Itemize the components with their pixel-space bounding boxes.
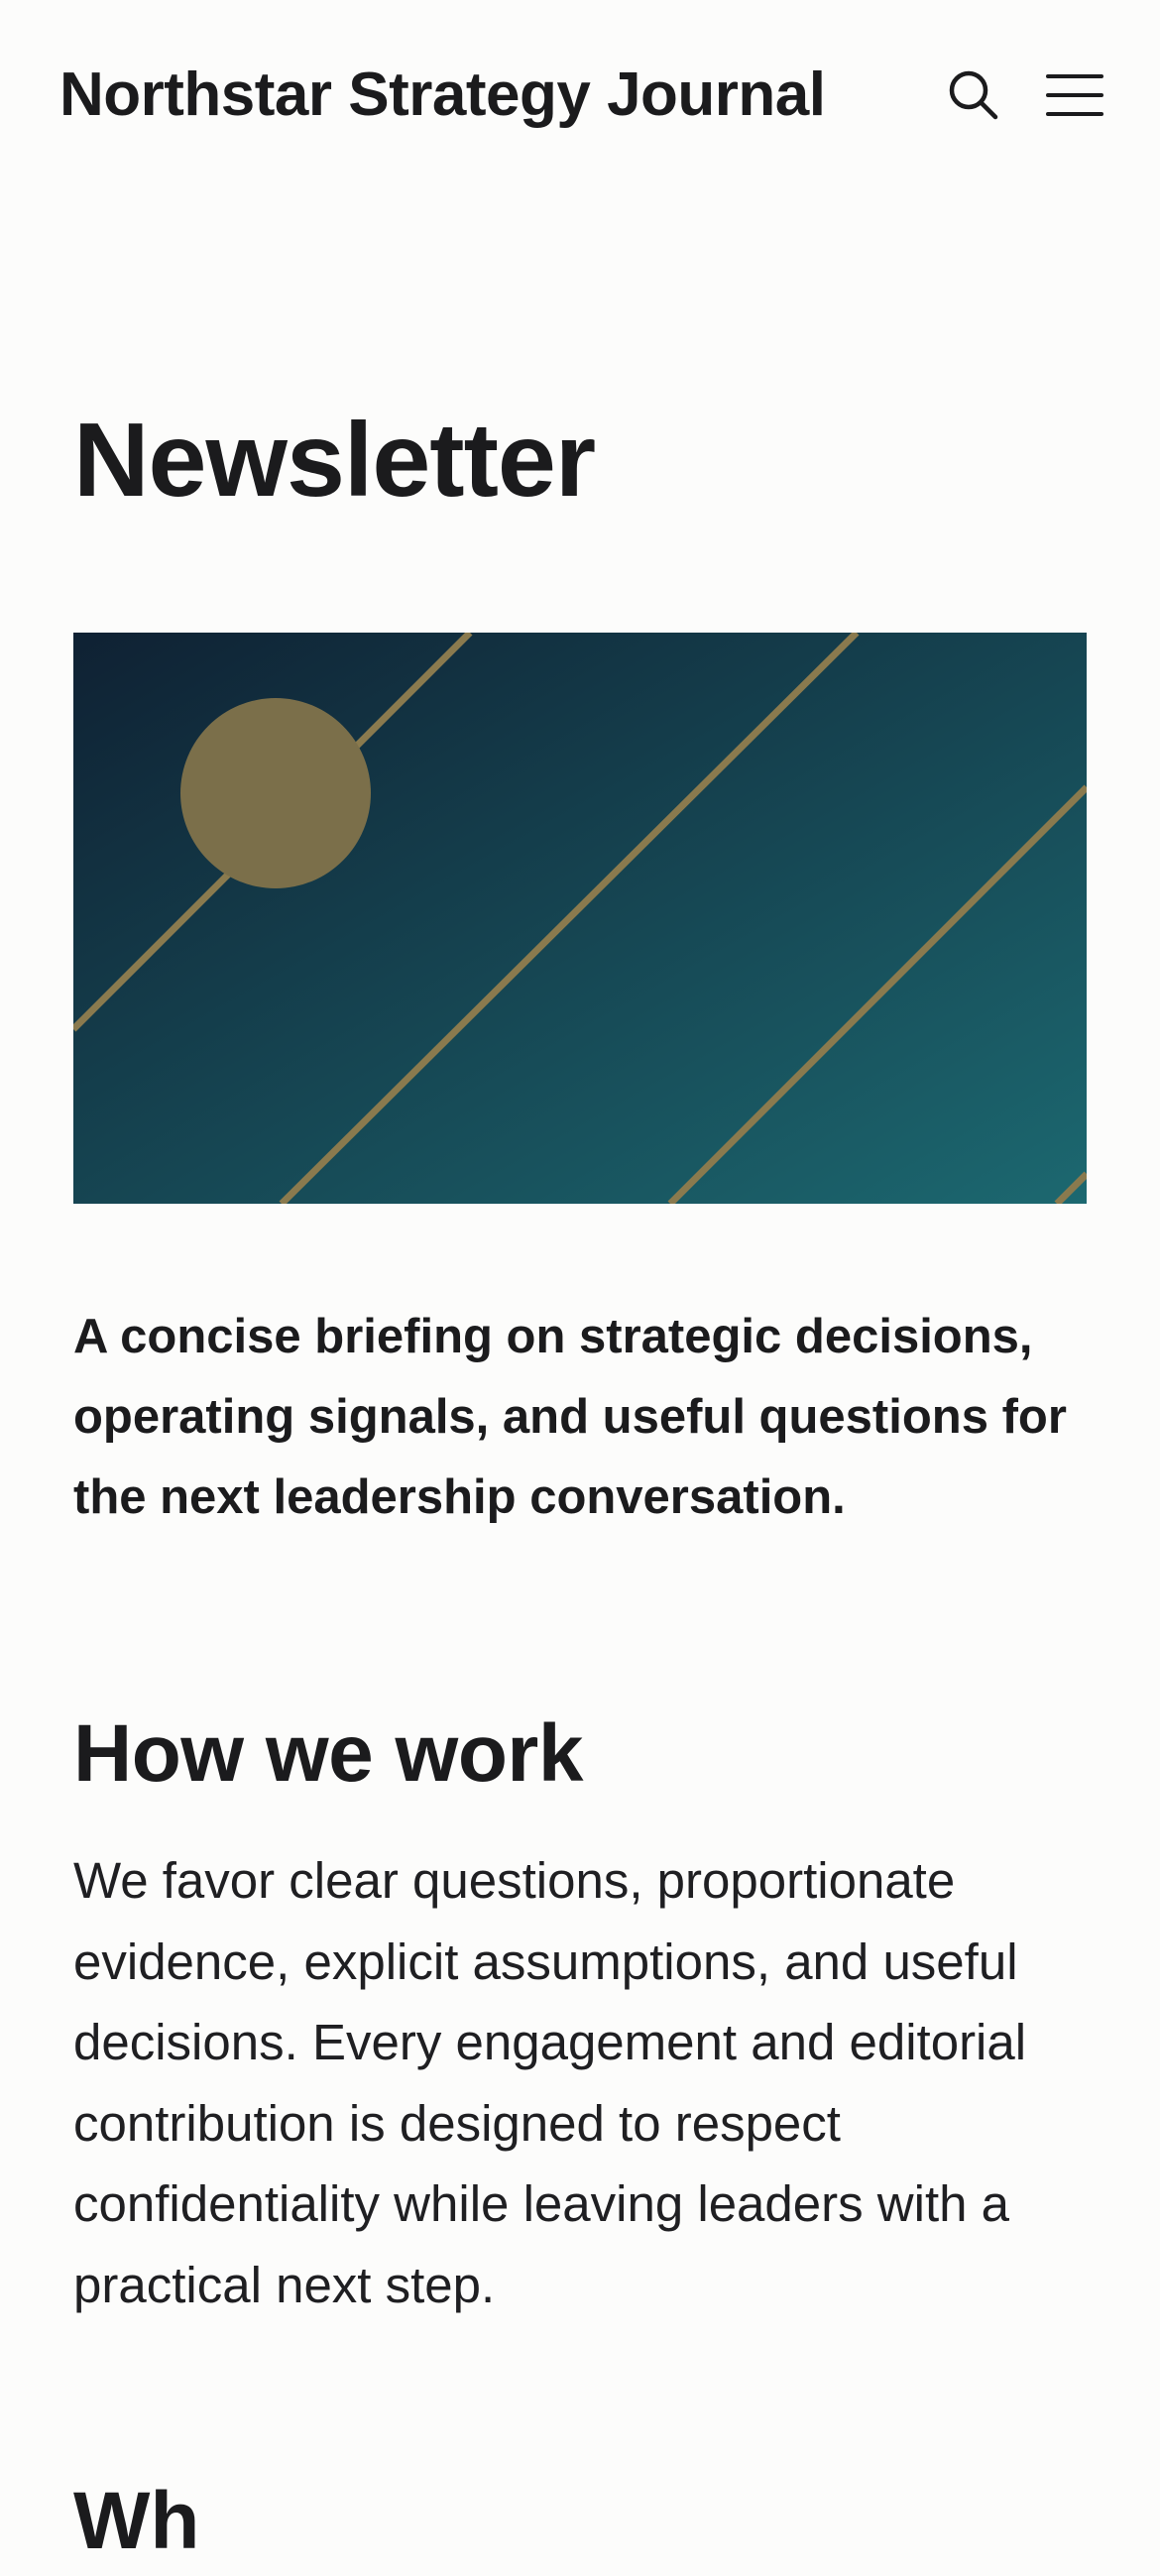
page-title: Newsletter: [73, 402, 596, 519]
menu-button[interactable]: [1039, 59, 1110, 131]
search-button[interactable]: [938, 59, 1009, 131]
site-title-link[interactable]: Northstar Strategy Journal: [59, 58, 826, 133]
hero-image: [73, 633, 1087, 1204]
how-we-work-heading: How we work: [73, 1708, 583, 1799]
next-section-heading: Wh: [73, 2476, 200, 2566]
hero-circle: [180, 698, 371, 888]
hero-illustration: [73, 633, 1087, 1204]
site-header: Northstar Strategy Journal: [0, 0, 1160, 198]
how-we-work-body: We favor clear questions, proportionate …: [73, 1852, 1027, 2313]
search-icon: [949, 70, 998, 120]
intro-lede: A concise briefing on strategic decision…: [73, 1310, 1067, 1524]
hamburger-menu-icon: [1046, 74, 1103, 116]
